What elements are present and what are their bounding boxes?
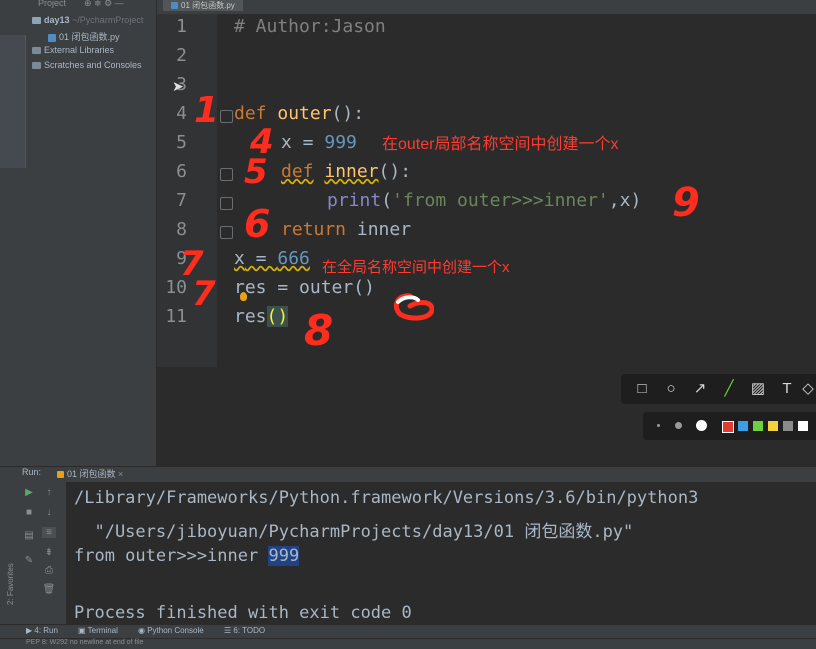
python-file-icon — [48, 33, 56, 42]
line-number: 1 — [176, 16, 187, 37]
bottom-tool-bar — [0, 624, 816, 639]
scroll-to-end-icon[interactable]: ⇟ — [42, 547, 56, 558]
trash-icon[interactable]: 🗑 — [42, 584, 56, 595]
code-line-8: return inner — [281, 219, 412, 240]
ellipse-icon[interactable]: ○ — [659, 374, 683, 404]
line-number: 4 — [176, 103, 187, 124]
python-file-icon — [171, 2, 178, 10]
text-icon[interactable]: T — [775, 374, 799, 404]
mosaic-icon[interactable]: ▨ — [746, 374, 770, 404]
pin-icon[interactable]: ✎ — [22, 555, 36, 566]
mouse-cursor-icon: ➤ — [172, 78, 184, 94]
project-panel: Project ⊕ ≑ ⚙ — day13 ~/PycharmProject 0… — [26, 0, 157, 466]
code-line-7: print('from outer>>>inner',x) — [327, 190, 642, 211]
line-icon[interactable]: ╱ — [717, 374, 741, 404]
run-label: Run: — [22, 467, 42, 477]
fold-marker-icon[interactable] — [220, 226, 233, 239]
arrow-icon[interactable]: ↗ — [688, 374, 712, 404]
color-swatch-green[interactable] — [753, 421, 763, 431]
scroll-up-icon[interactable]: ↑ — [42, 487, 56, 498]
bottom-tab-python-console[interactable]: ◉ Python Console — [138, 626, 204, 635]
line-number: 5 — [176, 132, 187, 153]
close-icon[interactable]: × — [118, 469, 123, 479]
library-icon — [32, 47, 41, 55]
console-line: /Library/Frameworks/Python.framework/Ver… — [74, 488, 699, 508]
project-tool-window-button[interactable] — [0, 35, 26, 168]
console-line: Process finished with exit code 0 — [74, 603, 412, 623]
outer-namespace-note: 在outer局部名称空间中创建一个x — [382, 136, 619, 153]
lightbulb-icon[interactable] — [240, 292, 247, 301]
stop-icon[interactable]: ■ — [22, 507, 36, 518]
line-number: 6 — [176, 161, 187, 182]
folder-icon — [32, 17, 41, 25]
status-message: PEP 8: W292 no newline at end of file — [26, 639, 144, 646]
handwritten-number: 5 — [244, 152, 268, 192]
color-swatch-yellow[interactable] — [768, 421, 778, 431]
brush-size-small[interactable] — [657, 424, 660, 427]
handwritten-number: 7 — [192, 274, 216, 314]
line-number: 11 — [165, 306, 187, 327]
rerun-icon[interactable]: ▶ — [22, 487, 36, 498]
brush-size-medium[interactable] — [675, 422, 682, 429]
handwritten-number: 1 — [194, 90, 220, 131]
line-number: 7 — [176, 190, 187, 211]
line-number: 2 — [176, 45, 187, 66]
handwritten-number: 9 — [672, 180, 700, 226]
bottom-tab-todo[interactable]: ☰ 6: TODO — [224, 626, 265, 635]
layout-icon[interactable]: ▤ — [22, 530, 36, 541]
python-console-icon: ◉ — [138, 626, 148, 635]
fold-marker-icon[interactable] — [220, 168, 233, 181]
run-tab[interactable]: 01 闭包函数 × — [57, 467, 123, 480]
handwritten-circle-icon — [390, 292, 435, 322]
code-line-5: x = 999 — [281, 132, 357, 153]
color-swatch-red[interactable] — [722, 421, 734, 433]
color-swatch-gray[interactable] — [783, 421, 793, 431]
project-toolbar-icons[interactable]: ⊕ ≑ ⚙ — — [84, 0, 124, 9]
bottom-tab-run[interactable]: ▶ 4: Run — [26, 626, 58, 635]
tree-item-scratches[interactable]: Scratches and Consoles — [32, 60, 142, 70]
tree-item-day13[interactable]: day13 ~/PycharmProject — [32, 15, 143, 25]
fold-marker-icon[interactable] — [220, 110, 233, 123]
rectangle-icon[interactable]: □ — [630, 374, 654, 404]
editor-tab-bar — [157, 0, 816, 15]
code-line-1: # Author:Jason — [234, 16, 386, 37]
code-line-10: res = outer() — [234, 277, 375, 298]
todo-icon: ☰ — [224, 626, 234, 635]
line-number: 8 — [176, 219, 187, 240]
handwritten-number: 6 — [244, 202, 271, 246]
code-line-4: def outer(): — [234, 103, 365, 124]
editor-tab[interactable]: 01 闭包函数.py — [163, 0, 243, 11]
bottom-tab-terminal[interactable]: ▣ Terminal — [78, 626, 118, 635]
console-line: "/Users/jiboyuan/PycharmProjects/day13/0… — [74, 522, 634, 542]
console-line: from outer>>>inner 999 — [74, 546, 300, 566]
code-line-11: res() — [234, 306, 289, 327]
global-namespace-note: 在全局名称空间中创建一个x — [322, 259, 510, 276]
scratches-icon — [32, 62, 41, 70]
fold-marker-icon[interactable] — [220, 197, 233, 210]
project-panel-header[interactable]: Project — [38, 0, 66, 8]
scroll-down-icon[interactable]: ↓ — [42, 507, 56, 518]
favorites-tab[interactable]: 2: Favorites — [6, 563, 15, 605]
brush-size-large[interactable] — [696, 420, 707, 431]
terminal-icon: ▣ — [78, 626, 88, 635]
code-line-6: def inner(): — [281, 161, 412, 182]
tree-item-file[interactable]: 01 闭包函数.py — [48, 30, 120, 43]
python-run-icon — [57, 471, 64, 479]
color-swatch-blue[interactable] — [738, 421, 748, 431]
print-icon[interactable]: ⎙ — [42, 565, 56, 576]
eraser-icon[interactable]: ◇ — [800, 374, 816, 404]
soft-wrap-icon[interactable]: ≡ — [42, 527, 56, 538]
color-swatch-white[interactable] — [798, 421, 808, 431]
tree-item-external-libraries[interactable]: External Libraries — [32, 45, 114, 55]
handwritten-number: 8 — [304, 306, 334, 355]
code-line-9: x = 666 — [234, 248, 310, 269]
